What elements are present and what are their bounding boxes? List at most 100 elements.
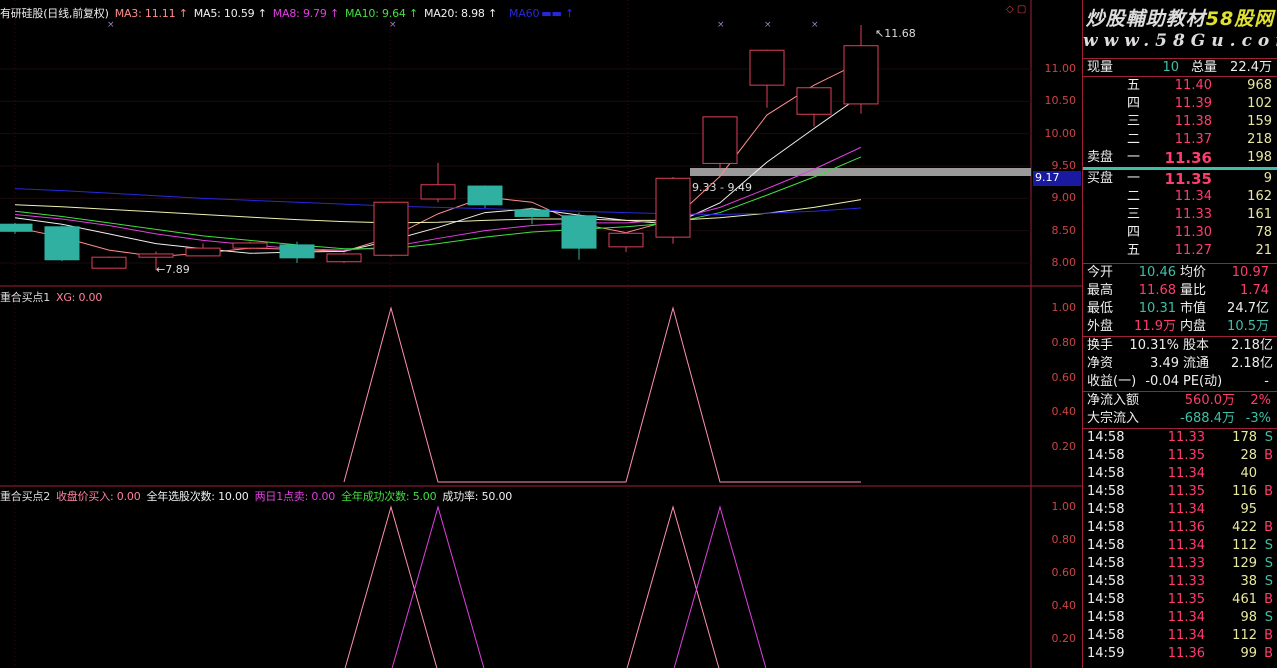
- ma60-legend-arrow-icon: ▬▬ ↑: [541, 7, 574, 20]
- window-controls-icon[interactable]: ◇ ▢: [1006, 4, 1026, 15]
- ind1-tick: 0.20: [1051, 440, 1077, 454]
- candle-down: [514, 209, 550, 217]
- ind1-legend: 重合买点1 XG: 0.00: [0, 289, 108, 305]
- ma-legend-item: MA3: 11.11 ↑: [114, 7, 188, 20]
- price-tick: 11.00: [1044, 62, 1077, 75]
- tick-row[interactable]: 14:58 11.35 116 B: [1083, 483, 1277, 501]
- tick-row[interactable]: 14:58 11.34 112 B: [1083, 627, 1277, 645]
- tick-row[interactable]: 14:58 11.33 129 S: [1083, 555, 1277, 573]
- ind1-tick: 0.60: [1051, 370, 1077, 384]
- stat-row: 收益(一) -0.04 PE(动) -: [1087, 374, 1269, 389]
- ma-line-ma20: [14, 199, 862, 224]
- cursor-price-label: 9.17: [1033, 171, 1081, 186]
- candle-up: [749, 49, 785, 86]
- quote-panel: 炒股輔助教材58股网 www.58Gu.com 现量 10 总量 22.4万 五11.…: [1082, 0, 1277, 668]
- total-vol-label: 总量: [1190, 60, 1217, 75]
- candle-up: [702, 116, 738, 164]
- ma-legend-item: MA20: 8.98 ↑: [424, 7, 498, 20]
- high-label: ↖11.68: [875, 27, 916, 40]
- candle-up: [843, 45, 879, 105]
- candle-down: [561, 215, 597, 249]
- tick-row[interactable]: 14:58 11.34 98 S: [1083, 609, 1277, 627]
- ask-book: 五 11.40 968 四 11.39 102 三 11.38 159 二 11.37 218 卖盘一 1…: [1083, 76, 1277, 167]
- price-tick: 10.00: [1044, 126, 1077, 140]
- flow-row: 净流入额 560.0万 2%: [1087, 393, 1271, 408]
- ind2-line-2: [391, 505, 767, 668]
- ind2-legend-item: 全年成功次数: 5.00: [341, 490, 437, 503]
- logo: 炒股輔助教材58股网 www.58Gu.com: [1083, 0, 1277, 58]
- price-tick: 8.00: [1051, 256, 1077, 269]
- total-vol: 22.4万: [1230, 60, 1272, 75]
- candle-up: [326, 253, 362, 263]
- signal-mark-icon: ×: [811, 20, 819, 30]
- tick-row[interactable]: 14:58 11.35 28 B: [1083, 447, 1277, 465]
- ma60-legend-name: MA60: [509, 7, 540, 20]
- ind1-name: 重合买点1: [0, 291, 50, 304]
- ind2-tick: 0.20: [1051, 632, 1077, 645]
- tick-row[interactable]: 14:58 11.36 422 B: [1083, 519, 1277, 537]
- stats2: 换手 10.31% 股本 2.18亿 净资 3.49 流通 2.18亿 收益(一) -0.04 PE…: [1083, 336, 1277, 391]
- price-tick: 10.50: [1044, 94, 1077, 108]
- candle-down: [0, 223, 33, 232]
- bid-row: 三 11.33 161: [1127, 207, 1272, 222]
- stat-row: 外盘 11.9万 内盘 10.5万: [1087, 319, 1269, 334]
- ask-row: 二 11.37 218: [1127, 132, 1272, 147]
- ind2-name: 重合买点2: [0, 490, 50, 503]
- stock-title: 有研硅股(日线,前复权): [0, 7, 109, 20]
- candle-up: [91, 256, 127, 269]
- stat-row: 最低 10.31 市值 24.7亿: [1087, 301, 1269, 316]
- flow-row: 大宗流入 -688.4万 -3%: [1087, 411, 1271, 426]
- bid-row: 买盘一 11.35 9: [1087, 170, 1272, 188]
- candle-up: [655, 177, 691, 238]
- main-legend: 有研硅股(日线,前复权) MA3: 11.11 ↑ MA5: 10.59 ↑ MA8:…: [0, 5, 580, 21]
- price-tick: 8.50: [1051, 223, 1077, 237]
- signal-mark-icon: ×: [717, 20, 725, 30]
- tick-list[interactable]: 14:58 11.33 178 S 14:58 11.35 28 B 14:58 11.34 40 1…: [1083, 428, 1277, 663]
- stat-row: 今开 10.46 均价 10.97: [1087, 265, 1269, 280]
- ask-row: 三 11.38 159: [1127, 114, 1272, 129]
- candle-up: [138, 253, 174, 258]
- kline-chart[interactable]: 9.33 - 9.49× × × × ×↖11.68←7.89: [0, 0, 1082, 668]
- ma-legend-item: MA8: 9.79 ↑: [272, 7, 339, 20]
- low-label: ←7.89: [156, 263, 190, 276]
- ind1-tick: 0.80: [1051, 335, 1077, 349]
- ind2-tick: 1.00: [1051, 500, 1077, 513]
- ind2-tick: 0.80: [1051, 533, 1077, 546]
- bid-row: 二 11.34 162: [1127, 189, 1272, 204]
- candle-up: [608, 232, 644, 248]
- tick-row[interactable]: 14:58 11.34 112 S: [1083, 537, 1277, 555]
- tick-row[interactable]: 14:58 11.34 40: [1083, 465, 1277, 483]
- stat-row: 换手 10.31% 股本 2.18亿: [1087, 338, 1273, 353]
- ma-legend-item: MA5: 10.59 ↑: [193, 7, 267, 20]
- stat-row: 最高 11.68 量比 1.74: [1087, 283, 1269, 298]
- ind1-tick: 0.40: [1051, 405, 1077, 419]
- ma-legend-item: MA10: 9.64 ↑: [344, 7, 419, 20]
- tick-row[interactable]: 14:58 11.33 178 S: [1083, 429, 1277, 447]
- stats: 今开 10.46 均价 10.97 最高 11.68 量比 1.74 最低 10.31 市值 24.7…: [1083, 263, 1277, 336]
- price-tick: 9.00: [1051, 191, 1077, 205]
- ind2-legend-item: 全年选股次数: 10.00: [146, 490, 249, 503]
- ind2-line-1: [344, 505, 720, 668]
- candle-down: [279, 244, 315, 259]
- ind2-legend: 重合买点2 收盘价买入: 0.00 全年选股次数: 10.00 两日1点卖: 0.00…: [0, 488, 524, 504]
- tick-row[interactable]: 14:58 11.33 38 S: [1083, 573, 1277, 591]
- ask-row: 四 11.39 102: [1127, 96, 1272, 111]
- ind1-line: [343, 306, 861, 483]
- ind1-tick: 1.00: [1051, 301, 1077, 314]
- tick-row[interactable]: 14:58 11.34 95: [1083, 501, 1277, 519]
- signal-mark-icon: ×: [389, 20, 397, 30]
- ask-row: 五 11.40 968: [1127, 78, 1272, 93]
- signal-mark-icon: ×: [107, 20, 115, 30]
- tick-row[interactable]: 14:58 11.35 461 B: [1083, 591, 1277, 609]
- ind2-tick: 0.60: [1051, 566, 1077, 579]
- ind2-tick: 0.40: [1051, 599, 1077, 612]
- tick-row[interactable]: 14:59 11.36 99 B: [1083, 645, 1277, 663]
- bid-row: 五 11.27 21: [1127, 243, 1272, 258]
- candle-down: [44, 226, 80, 261]
- now-vol-label: 现量: [1087, 60, 1114, 75]
- ind2-legend-item: 收盘价买入: 0.00: [56, 490, 141, 503]
- ind2-legend-item: 两日1点卖: 0.00: [254, 490, 336, 503]
- candle-up: [232, 242, 268, 249]
- ask-row: 卖盘一 11.36 198: [1087, 149, 1272, 167]
- candle-down: [467, 185, 503, 206]
